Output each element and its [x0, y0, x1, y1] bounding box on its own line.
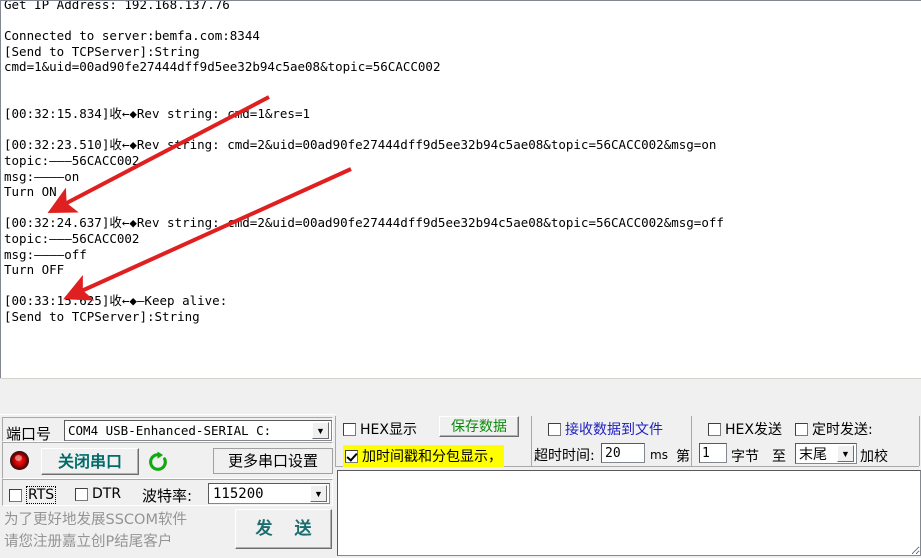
hex-display-checkbox[interactable]: HEX显示: [343, 419, 417, 439]
serial-port-panel: 端口号 COM4 USB-Enhanced-SERIAL C: ▼ 关闭串口 更…: [0, 414, 335, 558]
hex-display-checkbox-box[interactable]: [343, 422, 356, 436]
registration-notice: 为了更好地发展SSCOM软件 请您注册嘉立创P结尾客户: [4, 509, 222, 555]
byte-unit-label: 字节: [731, 449, 759, 465]
byte-prefix-label: 第: [676, 449, 690, 465]
byte-end-select-value: 末尾: [799, 445, 827, 462]
receive-to-file-label: 接收数据到文件: [565, 422, 663, 438]
byte-to-label: 至: [772, 449, 786, 465]
log-line: msg:————on: [4, 168, 80, 184]
timeout-unit-label: ms: [650, 448, 668, 462]
port-row: 端口号 COM4 USB-Enhanced-SERIAL C: ▼: [2, 417, 333, 443]
log-line: [Send to TCPServer]:String: [4, 308, 200, 324]
divider: [691, 416, 692, 466]
baud-select-value: 115200: [213, 485, 264, 502]
log-line: [Send to TCPServer]:String: [4, 43, 200, 59]
hex-send-label: HEX发送: [725, 422, 782, 438]
byte-start-input[interactable]: [699, 443, 727, 463]
chevron-down-icon[interactable]: ▼: [310, 485, 327, 502]
more-serial-settings-button[interactable]: 更多串口设置: [213, 448, 333, 474]
log-line: [00:32:24.637]收←◆Rev string: cmd=2&uid=0…: [4, 215, 724, 231]
serial-status-led-icon: [10, 451, 29, 470]
chevron-down-icon[interactable]: ▼: [312, 422, 329, 439]
log-line: [00:32:23.510]收←◆Rev string: cmd=2&uid=0…: [4, 137, 717, 153]
log-line: topic:———56CACC002: [4, 230, 140, 246]
serial-control-row: 关闭串口 更多串口设置: [2, 442, 333, 479]
rts-label: RTS: [26, 486, 57, 504]
timestamp-packet-label: 加时间戳和分包显示，: [362, 449, 502, 465]
dtr-checkbox-box[interactable]: [75, 487, 88, 501]
byte-end-select[interactable]: 末尾 ▼: [795, 443, 857, 464]
timed-send-checkbox[interactable]: 定时发送:: [795, 419, 873, 439]
log-toolbar: 清除窗口 打开文件 发送文件 停止 清发送区 最前: [0, 378, 921, 414]
send-textarea[interactable]: [337, 470, 921, 556]
timestamp-packet-checkbox-box[interactable]: [345, 449, 358, 463]
log-line: cmd=1&uid=00ad90fe27444dff9d5ee32b94c5ae…: [4, 59, 441, 75]
baud-row: RTS DTR 波特率: 115200 ▼: [2, 479, 333, 506]
refresh-icon[interactable]: [147, 451, 169, 473]
hex-send-checkbox[interactable]: HEX发送: [708, 419, 782, 439]
timed-send-checkbox-box[interactable]: [795, 422, 808, 436]
rts-checkbox-box[interactable]: [9, 488, 22, 502]
dtr-checkbox[interactable]: DTR: [75, 486, 121, 502]
registration-notice-line2: 请您注册嘉立创P结尾客户: [4, 534, 173, 550]
sscom-window: Get IP Address: 192.168.137.76 Connected…: [0, 0, 921, 558]
receive-log-text: Get IP Address: 192.168.137.76 Connected…: [4, 0, 724, 324]
hex-send-checkbox-box[interactable]: [708, 422, 721, 436]
timestamp-packet-checkbox[interactable]: 加时间戳和分包显示，: [343, 445, 504, 467]
divider: [531, 416, 532, 466]
hex-display-label: HEX显示: [360, 422, 417, 438]
log-line: Get IP Address: 192.168.137.76: [4, 0, 230, 12]
log-line: Connected to server:bemfa.com:8344: [4, 28, 260, 44]
baud-label: 波特率:: [142, 487, 193, 505]
divider: [919, 416, 920, 466]
divider: [335, 416, 336, 466]
timeout-input[interactable]: [601, 443, 645, 463]
timeout-label: 超时时间:: [534, 448, 595, 464]
log-line: [00:32:15.834]收←◆Rev string: cmd=1&res=1: [4, 106, 310, 122]
log-line: msg:————off: [4, 246, 87, 262]
close-serial-button[interactable]: 关闭串口: [41, 448, 139, 475]
receive-log-area[interactable]: Get IP Address: 192.168.137.76 Connected…: [0, 0, 921, 378]
baud-select[interactable]: 115200 ▼: [208, 483, 330, 504]
log-line: topic:———56CACC002: [4, 152, 140, 168]
options-panel: HEX显示 保存数据 接收数据到文件 HEX发送 定时发送: 加时间戳和分包显示…: [335, 414, 921, 558]
log-line: Turn OFF: [4, 262, 65, 278]
log-line: [00:33:15.625]收←◆—Keep alive:: [4, 293, 228, 309]
port-label: 端口号: [6, 425, 52, 443]
receive-to-file-checkbox[interactable]: 接收数据到文件: [548, 419, 663, 439]
send-button[interactable]: 发 送: [235, 509, 332, 549]
chevron-down-icon[interactable]: ▼: [837, 445, 854, 462]
dtr-label: DTR: [92, 486, 122, 502]
port-select-value: COM4 USB-Enhanced-SERIAL C:: [68, 423, 272, 438]
save-data-button[interactable]: 保存数据: [439, 416, 519, 437]
registration-notice-line1: 为了更好地发展SSCOM软件: [4, 512, 187, 528]
add-checksum-label: 加校: [860, 449, 888, 465]
timed-send-label: 定时发送:: [812, 422, 873, 438]
log-line: Turn ON: [4, 184, 57, 200]
receive-to-file-checkbox-box[interactable]: [548, 422, 561, 436]
rts-checkbox[interactable]: RTS: [9, 486, 57, 504]
port-select[interactable]: COM4 USB-Enhanced-SERIAL C: ▼: [64, 420, 332, 441]
